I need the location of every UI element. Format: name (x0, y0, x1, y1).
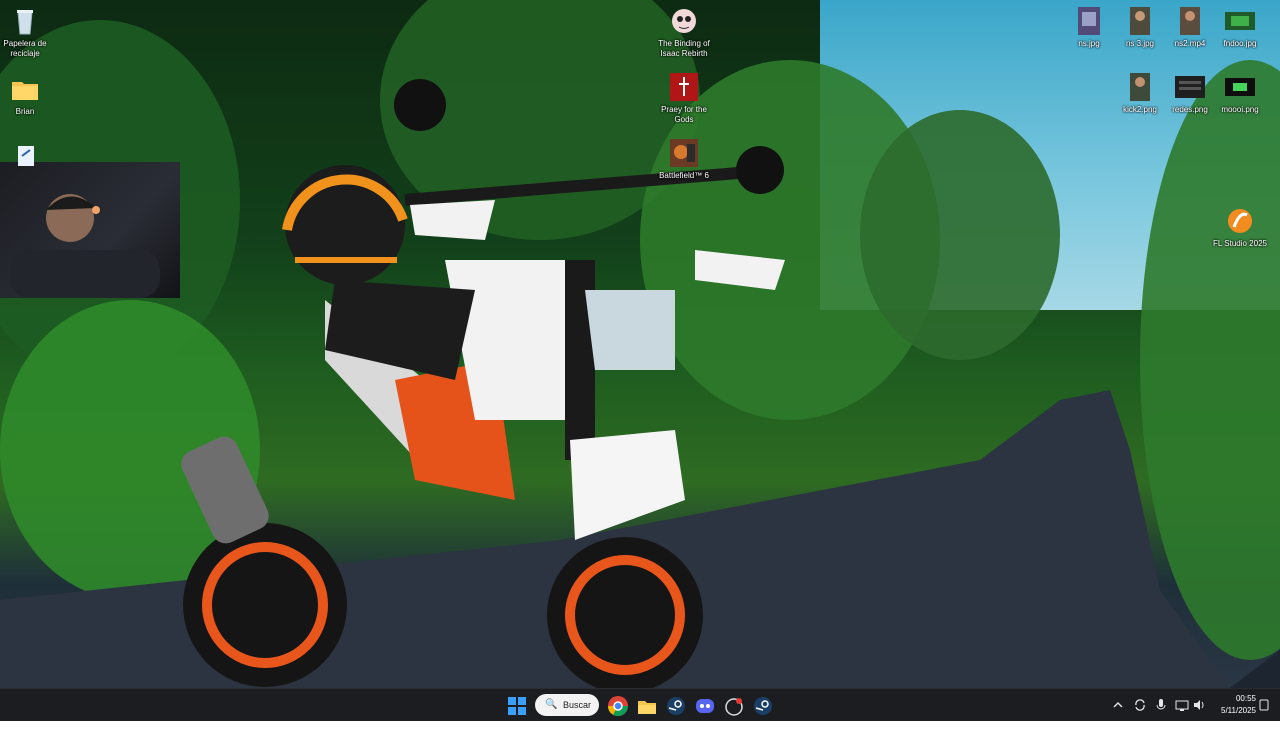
video-thumbnail-icon (1175, 6, 1205, 36)
desktop-icon-label: Papelera de reciclaje (3, 39, 47, 58)
taskbar: 🔍 Buscar 00:55 5/11/2025 (0, 688, 1280, 721)
mic-icon[interactable] (1155, 698, 1167, 730)
desktop-icon-battlefield-6[interactable]: Battlefield™ 6 (652, 138, 716, 181)
search-icon: 🔍 (545, 699, 558, 710)
desktop-icon-moooi-png[interactable]: moooi.png (1208, 72, 1272, 115)
desktop-icon-binding-of-isaac[interactable]: The Binding of Isaac Rebirth (652, 6, 716, 59)
wallpaper-tree (860, 110, 1060, 360)
image-thumbnail-icon (1175, 72, 1205, 102)
discord-icon[interactable] (694, 695, 716, 717)
desktop-icon-label: Battlefield™ 6 (659, 171, 709, 180)
image-thumbnail-icon (1074, 6, 1104, 36)
recycle-bin-icon (10, 6, 40, 36)
desktop-icon-label: FL Studio 2025 (1213, 239, 1267, 248)
file-explorer-icon[interactable] (636, 695, 658, 717)
wallpaper-motorcycle (181, 79, 785, 688)
desktop-icon-folder-brian[interactable]: Brian (0, 74, 57, 117)
folder-icon (10, 74, 40, 104)
clock-time: 00:55 (1235, 694, 1256, 703)
search-box[interactable]: 🔍 Buscar (535, 694, 599, 716)
desktop-icon-label: moooi.png (1221, 105, 1259, 114)
clock[interactable]: 00:55 5/11/2025 (1210, 693, 1256, 717)
desktop-icon-recycle-bin[interactable]: Papelera de reciclaje (0, 6, 57, 59)
isaac-game-icon (669, 6, 699, 36)
desktop-icon-label: The Binding of Isaac Rebirth (658, 39, 710, 58)
clock-date: 5/11/2025 (1221, 706, 1256, 715)
chevron-up-icon[interactable] (1112, 699, 1124, 731)
webcam-person (10, 194, 160, 298)
desktop-icon-label: fndoo.jpg (1223, 39, 1257, 48)
desktop-icon-shortcut[interactable] (0, 142, 57, 175)
desktop-wallpaper (0, 0, 1280, 688)
praey-game-icon (669, 72, 699, 102)
webcam-overlay (0, 162, 180, 298)
steam-icon-2[interactable] (752, 695, 774, 717)
desktop-icon-label: Brian (15, 107, 35, 116)
fl-studio-icon (1225, 206, 1255, 236)
image-thumbnail-icon (1225, 6, 1255, 36)
network-icon[interactable] (1175, 698, 1189, 730)
chrome-icon[interactable] (607, 695, 629, 717)
desktop-icon-fndoo-jpg[interactable]: fndoo.jpg (1208, 6, 1272, 49)
start-icon[interactable] (506, 695, 528, 717)
image-thumbnail-icon (1225, 72, 1255, 102)
document-shortcut-icon (10, 142, 40, 172)
search-label: Buscar (563, 700, 592, 710)
image-thumbnail-icon (1125, 6, 1155, 36)
notification-icon[interactable] (1258, 699, 1270, 731)
sync-icon[interactable] (1133, 698, 1147, 730)
desktop-icon-fl-studio[interactable]: FL Studio 2025 (1208, 206, 1272, 249)
app-icon[interactable] (723, 695, 745, 717)
image-thumbnail-icon (1125, 72, 1155, 102)
desktop-icon-label: Praey for the Gods (661, 105, 707, 124)
battlefield-game-icon (669, 138, 699, 168)
steam-icon[interactable] (665, 695, 687, 717)
desktop-icon-praey-for-the-gods[interactable]: Praey for the Gods (652, 72, 716, 125)
volume-icon[interactable] (1192, 698, 1206, 730)
